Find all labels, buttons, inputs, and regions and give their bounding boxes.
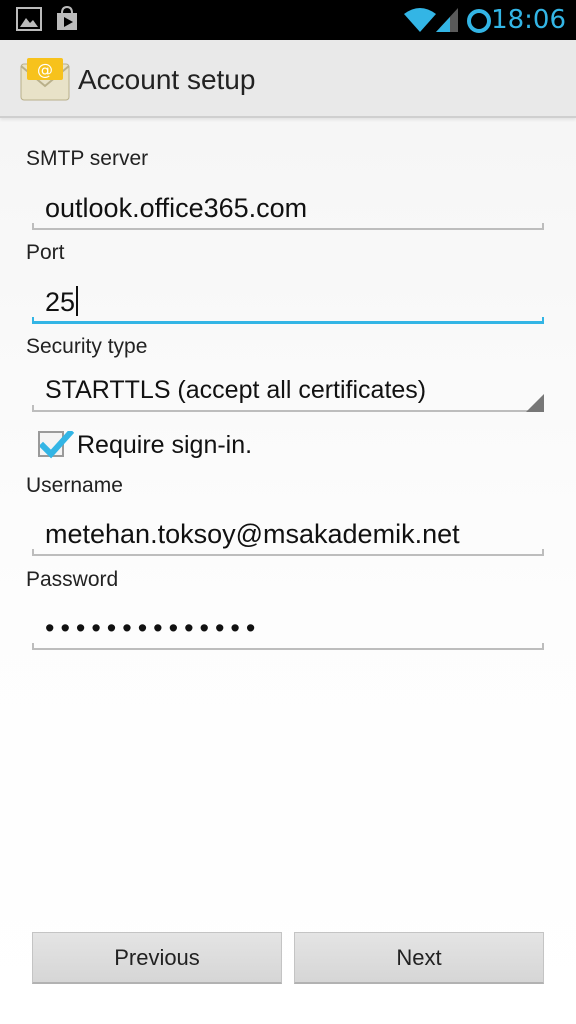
smtp-server-field[interactable]: outlook.office365.com (32, 186, 544, 230)
wifi-icon (404, 8, 436, 32)
previous-button[interactable]: Previous (32, 932, 282, 984)
smtp-server-value: outlook.office365.com (45, 193, 308, 223)
security-type-value: STARTTLS (accept all certificates) (45, 376, 427, 404)
gallery-icon (16, 7, 42, 31)
dropdown-triangle-icon (526, 394, 544, 412)
port-label: Port (26, 241, 65, 264)
port-field[interactable]: 25 (32, 280, 544, 324)
username-field[interactable]: metehan.toksoy@msakademik.net (32, 512, 544, 556)
sync-ring-icon (467, 9, 491, 33)
port-value: 25 (45, 287, 76, 317)
status-time: 18:06 (491, 5, 566, 35)
username-value: metehan.toksoy@msakademik.net (45, 519, 460, 549)
security-type-label: Security type (26, 335, 148, 358)
field-underline (32, 549, 544, 556)
require-signin-label: Require sign-in. (77, 431, 253, 459)
field-underline-focused (32, 317, 544, 324)
status-bar: 18:06 (0, 0, 576, 40)
page-title: Account setup (78, 64, 256, 95)
password-label: Password (26, 568, 119, 591)
spinner-underline (32, 405, 544, 412)
require-signin-checkbox[interactable] (38, 431, 74, 459)
field-underline (32, 223, 544, 230)
username-label: Username (26, 474, 123, 497)
action-bar: @ Account setup (0, 40, 576, 118)
play-store-icon (57, 6, 77, 30)
email-envelope-icon: @ (20, 58, 70, 101)
password-value: •••••••••••••• (45, 613, 262, 643)
signal-icon (436, 8, 458, 32)
security-type-spinner[interactable]: STARTTLS (accept all certificates) (32, 368, 544, 412)
next-button[interactable]: Next (294, 932, 544, 984)
text-cursor (76, 286, 79, 316)
smtp-server-label: SMTP server (26, 147, 149, 170)
svg-text:@: @ (37, 60, 53, 79)
password-field[interactable]: •••••••••••••• (32, 606, 544, 650)
field-underline (32, 643, 544, 650)
checkmark-icon (40, 431, 74, 459)
